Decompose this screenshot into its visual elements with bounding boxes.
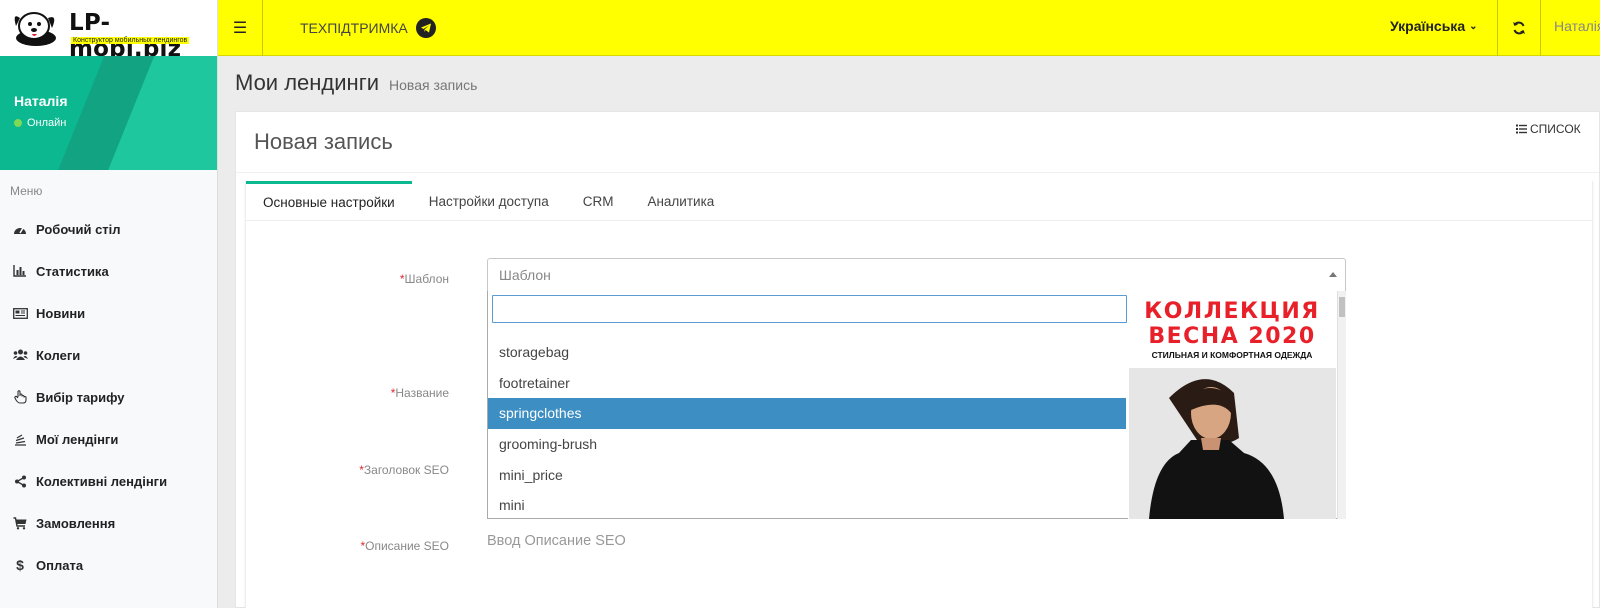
caret-up-icon bbox=[1329, 272, 1337, 277]
sidebar-item-dashboard[interactable]: Робочий стіл bbox=[0, 208, 217, 250]
sidebar-item-collective-landings[interactable]: Колективні лендінги bbox=[0, 460, 217, 502]
tab-analytics[interactable]: Аналитика bbox=[630, 181, 731, 221]
page-header: Мои лендинги Новая запись bbox=[235, 70, 477, 96]
dropdown-option-selected[interactable]: springclothes bbox=[488, 398, 1126, 429]
sidebar-item-label: Статистика bbox=[36, 263, 109, 279]
template-label: *Шаблон bbox=[399, 272, 449, 286]
sidebar-item-label: Новини bbox=[36, 305, 86, 321]
sidebar-item-orders[interactable]: Замовлення bbox=[0, 502, 217, 544]
dropdown-option[interactable]: footretainer bbox=[488, 368, 1126, 399]
newspaper-icon bbox=[12, 307, 28, 319]
template-preview: КОЛЛЕКЦИЯ ВЕСНА 2020 СТИЛЬНАЯ И КОМФОРТН… bbox=[1128, 291, 1336, 519]
sidebar-item-label: Колеги bbox=[36, 347, 81, 363]
brand-tagline: Конструктор мобильных лендингов bbox=[71, 37, 190, 44]
form-box: Новая запись СПИСОК Основные настройки Н… bbox=[235, 111, 1600, 608]
hamburger-icon: ☰ bbox=[232, 20, 248, 37]
dropdown-option[interactable]: storagebag bbox=[488, 337, 1126, 368]
list-button-label: СПИСОК bbox=[1530, 122, 1581, 136]
box-title: Новая запись bbox=[254, 129, 393, 154]
sidebar-item-label: Колективні лендінги bbox=[36, 473, 168, 489]
list-button[interactable]: СПИСОК bbox=[1516, 122, 1581, 136]
divider bbox=[1540, 0, 1541, 56]
dropdown-options: storagebag footretainer springclothes gr… bbox=[488, 337, 1126, 521]
sidebar-item-colleagues[interactable]: Колеги bbox=[0, 334, 217, 376]
language-selector[interactable]: Українська ⌄ bbox=[1390, 18, 1478, 34]
online-status-icon bbox=[14, 119, 22, 127]
dropdown-option[interactable]: mini bbox=[488, 490, 1126, 521]
sidebar-item-news[interactable]: Новини bbox=[0, 292, 217, 334]
page-subtitle: Новая запись bbox=[389, 77, 478, 93]
model-photo-icon bbox=[1129, 368, 1336, 519]
sidebar-item-label: Замовлення bbox=[36, 515, 116, 531]
user-status: Онлайн bbox=[14, 117, 66, 129]
dashboard-icon bbox=[12, 223, 28, 235]
name-label: *Название bbox=[390, 386, 449, 400]
dropdown-search-input[interactable] bbox=[492, 295, 1127, 323]
sidebar-item-my-landings[interactable]: Мої лендінги bbox=[0, 418, 217, 460]
cart-icon bbox=[12, 516, 28, 530]
support-label: ТЕХПІДТРИМКА bbox=[300, 20, 408, 36]
seo-description-label: *Описание SEO bbox=[360, 539, 449, 553]
template-select-placeholder: Шаблон bbox=[499, 267, 551, 283]
sidebar-item-statistics[interactable]: Статистика bbox=[0, 250, 217, 292]
page-title: Мои лендинги bbox=[235, 70, 380, 95]
top-navbar: LP-mobi.biz Конструктор мобильных лендин… bbox=[0, 0, 1600, 62]
chevron-down-icon: ⌄ bbox=[1469, 20, 1478, 32]
dollar-icon: $ bbox=[16, 557, 24, 573]
sidebar-item-label: Мої лендінги bbox=[36, 431, 119, 447]
refresh-icon bbox=[1513, 21, 1525, 35]
support-link[interactable]: ТЕХПІДТРИМКА bbox=[300, 18, 436, 38]
seo-title-label: *Заголовок SEO bbox=[359, 463, 449, 477]
telegram-icon bbox=[415, 18, 436, 38]
menu-toggle-button[interactable]: ☰ bbox=[218, 0, 263, 56]
list-icon bbox=[1516, 124, 1527, 134]
logo[interactable]: LP-mobi.biz Конструктор мобильных лендин… bbox=[0, 0, 218, 62]
dropdown-option[interactable]: mini_price bbox=[488, 459, 1126, 490]
dog-logo-icon bbox=[14, 12, 56, 46]
template-select[interactable]: Шаблон bbox=[487, 258, 1346, 292]
preview-photo bbox=[1129, 368, 1336, 519]
tab-bar: Основные настройки Настройки доступа CRM… bbox=[246, 181, 1592, 221]
preview-headline: КОЛЛЕКЦИЯ bbox=[1144, 299, 1320, 324]
sidebar-item-label: Робочий стіл bbox=[36, 221, 121, 237]
dropdown-scrollbar[interactable] bbox=[1337, 291, 1346, 519]
tab-crm[interactable]: CRM bbox=[566, 181, 631, 221]
tab-access-settings[interactable]: Настройки доступа bbox=[412, 181, 566, 221]
sidebar-user-name: Наталія bbox=[14, 93, 68, 109]
brand-name: LP-mobi.biz bbox=[69, 10, 182, 62]
preview-tagline: СТИЛЬНАЯ И КОМФОРТНАЯ ОДЕЖДА bbox=[1151, 350, 1313, 360]
user-status-label: Онлайн bbox=[27, 117, 67, 129]
tabs-panel: Основные настройки Настройки доступа CRM… bbox=[245, 181, 1593, 608]
user-menu[interactable]: Наталія bbox=[1554, 18, 1600, 34]
sidebar-item-label: Вибір тарифу bbox=[36, 389, 125, 405]
template-dropdown: storagebag footretainer springclothes gr… bbox=[487, 291, 1346, 519]
tab-main-settings[interactable]: Основные настройки bbox=[246, 181, 412, 221]
seo-description-input[interactable]: Ввод Описание SEO bbox=[487, 533, 626, 549]
refresh-button[interactable] bbox=[1498, 0, 1540, 56]
dropdown-option[interactable]: grooming-brush bbox=[488, 429, 1126, 460]
users-icon bbox=[12, 349, 28, 361]
language-label: Українська bbox=[1390, 18, 1466, 34]
sidebar: Наталія Онлайн Меню Робочий стіл Статист… bbox=[0, 56, 218, 608]
user-panel: Наталія Онлайн bbox=[0, 56, 217, 170]
hand-pointer-icon bbox=[12, 390, 28, 404]
sidebar-item-tariff[interactable]: Вибір тарифу bbox=[0, 376, 217, 418]
sidebar-item-label: Оплата bbox=[36, 557, 84, 573]
share-icon bbox=[12, 475, 28, 488]
sidebar-item-payment[interactable]: $ Оплата bbox=[0, 544, 217, 586]
bar-chart-icon bbox=[12, 265, 28, 277]
preview-headline-2: ВЕСНА 2020 bbox=[1148, 324, 1316, 349]
stack-icon bbox=[12, 433, 28, 446]
menu-title: Меню bbox=[10, 184, 43, 198]
